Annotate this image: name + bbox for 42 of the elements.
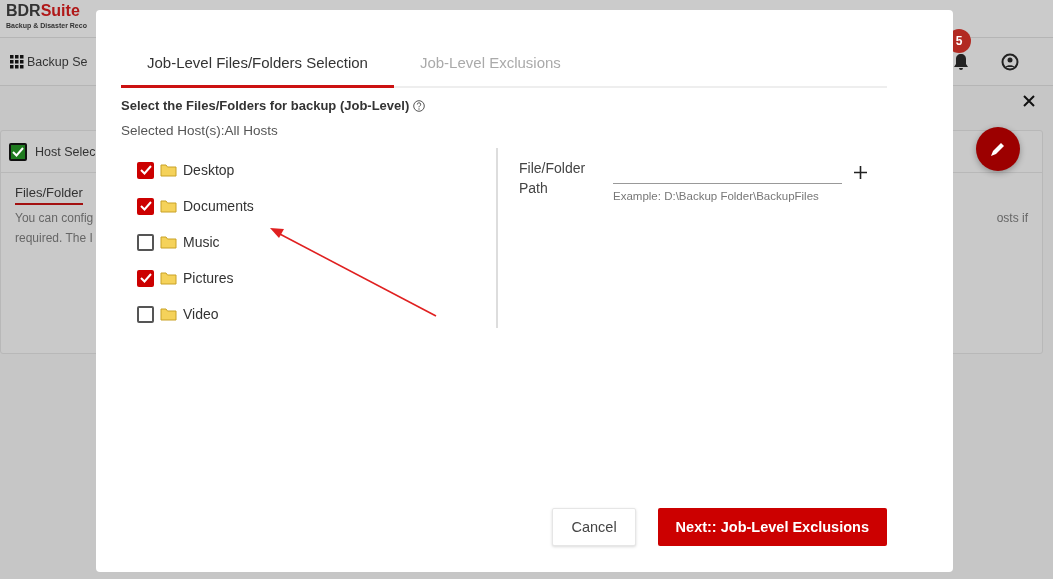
description-text: osts if	[996, 211, 1028, 225]
pencil-icon	[989, 140, 1007, 158]
section-heading: Select the Files/Folders for backup (Job-Level)	[121, 98, 410, 113]
next-button[interactable]: Next:: Job-Level Exclusions	[657, 508, 887, 546]
folder-icon	[160, 163, 177, 177]
folder-icon	[160, 271, 177, 285]
check-icon	[139, 201, 152, 211]
checkbox[interactable]	[137, 305, 154, 323]
add-button[interactable]	[854, 166, 867, 182]
folder-name: Documents	[183, 198, 254, 214]
folder-icon	[160, 235, 177, 249]
checkbox[interactable]	[137, 161, 154, 179]
check-icon	[139, 165, 152, 175]
folder-name: Desktop	[183, 162, 235, 178]
page-title: Backup Se	[27, 54, 88, 69]
folder-icon	[160, 199, 177, 213]
folder-icon	[160, 307, 177, 321]
checkbox[interactable]	[137, 197, 154, 215]
selected-hosts-text: Selected Host(s):All Hosts	[121, 123, 279, 138]
folder-name: Music	[183, 234, 220, 250]
folder-name: Video	[183, 306, 219, 322]
folder-name: Pictures	[183, 270, 234, 286]
edit-button[interactable]	[976, 127, 1020, 171]
field-label: File/Folder Path	[519, 159, 587, 198]
step-title: Host Selec	[35, 144, 96, 159]
description-text: required. The I	[15, 231, 93, 245]
description-text: You can config	[15, 211, 94, 225]
help-icon[interactable]	[413, 99, 426, 112]
close-icon[interactable]	[1023, 95, 1035, 107]
tab[interactable]: Job-Level Files/Folders Selection	[121, 54, 394, 88]
check-icon	[12, 146, 24, 157]
apps-grid-icon[interactable]	[10, 54, 24, 69]
cancel-button[interactable]: Cancel	[552, 508, 636, 546]
checkbox[interactable]	[137, 269, 154, 287]
brand-logo: BDRSuite	[6, 1, 80, 21]
user-icon[interactable]	[1001, 52, 1019, 71]
bell-icon[interactable]	[953, 52, 969, 71]
field-hint: Example: D:\Backup Folder\BackupFiles	[613, 190, 820, 202]
plus-icon	[854, 166, 867, 179]
check-icon	[139, 273, 152, 283]
checkbox[interactable]	[137, 233, 154, 251]
section-title: Files/Folder	[15, 185, 83, 205]
